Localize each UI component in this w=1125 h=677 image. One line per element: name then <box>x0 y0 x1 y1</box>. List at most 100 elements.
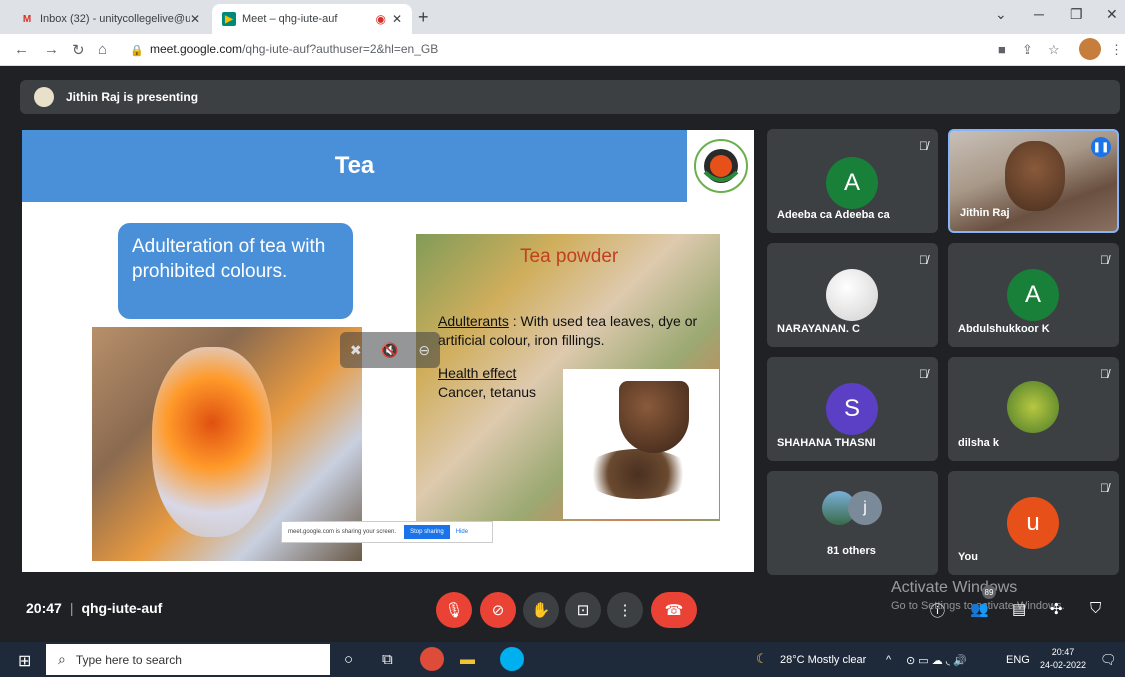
participant-tile[interactable]: 🎙̸ NARAYANAN. C <box>767 243 938 347</box>
hang-up-icon: ☎ <box>664 602 684 619</box>
remove-icon[interactable]: ⊖ <box>418 342 430 359</box>
meet-icon: ▶ <box>222 12 236 26</box>
share-icon[interactable]: ⇪ <box>1022 42 1033 58</box>
file-explorer-icon[interactable]: ▬ <box>460 651 475 668</box>
pin-icon[interactable]: ✖ <box>350 342 362 359</box>
participant-count-badge: 89 <box>982 585 996 599</box>
avatar: A <box>826 157 878 209</box>
tab-list-icon[interactable]: ⌄ <box>995 6 1007 23</box>
weather-moon-icon: ☾ <box>756 651 768 666</box>
close-window-button[interactable]: ✕ <box>1106 6 1118 23</box>
home-icon[interactable]: ⌂ <box>98 41 107 58</box>
language-indicator[interactable]: ENG <box>1006 654 1030 666</box>
muted-mic-icon: 🎙̸ <box>919 253 928 267</box>
url-field[interactable]: meet.google.com/qhg-iute-auf?authuser=2&… <box>150 42 438 56</box>
participant-tile[interactable]: 🎙̸ dilsha k <box>948 357 1119 461</box>
avatar: S <box>826 383 878 435</box>
tab-title: Inbox (32) - unitycollegelive@uni <box>40 13 190 25</box>
tab-title: Meet – qhg-iute-auf <box>242 13 338 25</box>
task-view-icon[interactable]: ⧉ <box>382 651 393 668</box>
participant-name: NARAYANAN. C <box>777 323 860 335</box>
reload-icon[interactable]: ↻ <box>72 41 85 59</box>
muted-mic-icon: 🎙̸ <box>1100 481 1109 495</box>
url-path: /qhg-iute-auf?authuser=2&hl=en_GB <box>242 42 439 56</box>
close-icon[interactable]: ✕ <box>190 12 200 26</box>
lock-icon[interactable]: 🔒 <box>130 44 144 57</box>
raise-hand-button[interactable]: ✋ <box>523 592 559 628</box>
restore-button[interactable]: ❐ <box>1070 6 1083 23</box>
others-tile[interactable]: j 81 others <box>767 471 938 575</box>
back-arrow-icon[interactable]: ← <box>14 41 29 58</box>
avatar: u <box>1007 497 1059 549</box>
tab-gmail-inbox[interactable]: M Inbox (32) - unitycollegelive@uni ✕ <box>10 4 210 34</box>
presentation-hover-controls: ✖ 🔇 ⊖ <box>340 332 440 368</box>
address-bar: ← → ↻ ⌂ 🔒 meet.google.com/qhg-iute-auf?a… <box>0 34 1125 66</box>
participant-name: You <box>958 551 978 563</box>
participant-tile-active-speaker[interactable]: ❚❚ Jithin Raj <box>948 129 1119 233</box>
chrome-icon[interactable] <box>420 647 444 671</box>
forward-arrow-icon[interactable]: → <box>44 41 59 58</box>
adulteration-callout: Adulteration of tea with prohibited colo… <box>118 223 353 319</box>
slide-title: Tea <box>22 130 687 202</box>
tray-app-icons[interactable]: ⊙ ▭ ☁ ◟ 🔊 <box>906 654 967 667</box>
close-icon[interactable]: ✕ <box>392 12 402 26</box>
screen-share-notice: meet.google.com is sharing your screen. … <box>281 521 493 543</box>
tray-chevron-icon[interactable]: ^ <box>886 654 891 666</box>
tab-google-meet[interactable]: ▶ Meet – qhg-iute-auf ◉ ✕ <box>212 4 412 34</box>
menu-kebab-icon[interactable]: ⋮ <box>1110 42 1123 58</box>
presenter-avatar <box>34 87 54 107</box>
taskbar-clock[interactable]: 20:47 24-02-2022 <box>1040 646 1086 671</box>
participant-name: dilsha k <box>958 437 999 449</box>
muted-mic-icon: 🎙̸ <box>919 139 928 153</box>
leave-call-button[interactable]: ☎ <box>651 592 697 628</box>
hand-icon: ✋ <box>531 602 551 619</box>
microphone-toggle-button[interactable]: 🎙 <box>436 592 472 628</box>
taskbar-time: 20:47 <box>1051 647 1075 657</box>
avatar: j <box>848 491 882 525</box>
activities-icon[interactable]: ✣ <box>1050 600 1063 618</box>
taskbar-search-box[interactable]: ⌕ Type here to search <box>46 644 330 675</box>
recording-icon: ◉ <box>375 12 386 26</box>
share-notice-text: meet.google.com is sharing your screen. <box>288 529 397 535</box>
minimize-button[interactable]: ─ <box>1034 6 1044 22</box>
taskbar-date: 24-02-2022 <box>1040 659 1087 670</box>
search-placeholder: Type here to search <box>75 652 182 667</box>
notifications-icon[interactable]: 🗨 <box>1100 652 1117 668</box>
participant-name: Jithin Raj <box>960 207 1010 219</box>
host-controls-icon[interactable]: ⛉ <box>1090 600 1101 617</box>
tea-cup-photo <box>563 369 719 519</box>
weather-text[interactable]: 28°C Mostly clear <box>780 654 866 666</box>
participant-tile-self[interactable]: 🎙̸ u You <box>948 471 1119 575</box>
mute-speaker-icon[interactable]: 🔇 <box>381 342 398 359</box>
meeting-code: qhg-iute-auf <box>81 600 163 616</box>
present-now-button[interactable]: ⊡ <box>565 592 601 628</box>
stop-sharing-button[interactable]: Stop sharing <box>404 525 450 539</box>
activate-windows-watermark: Activate Windows <box>891 579 1018 596</box>
participant-tile[interactable]: 🎙̸ A Adeeba ca Adeeba ca <box>767 129 938 233</box>
chat-icon[interactable]: ▤ <box>1012 600 1026 618</box>
mic-off-icon: 🎙 <box>444 602 464 619</box>
avatar <box>826 269 878 321</box>
participant-tile[interactable]: 🎙̸ S SHAHANA THASNI <box>767 357 938 461</box>
participant-video <box>1005 141 1065 211</box>
search-icon: ⌕ <box>58 651 66 667</box>
avatar: A <box>1007 269 1059 321</box>
windows-start-icon[interactable]: ⊞ <box>18 651 31 671</box>
profile-avatar[interactable] <box>1079 38 1101 60</box>
camera-icon[interactable]: ■ <box>998 42 1006 57</box>
muted-mic-icon: 🎙̸ <box>919 367 928 381</box>
avatar <box>1007 381 1059 433</box>
cortana-icon[interactable]: ○ <box>344 651 353 668</box>
more-options-button[interactable]: ⋮ <box>607 592 643 628</box>
meeting-details-icon[interactable]: ⓘ <box>930 600 945 621</box>
others-count: 81 others <box>827 545 876 557</box>
camera-toggle-button[interactable]: ⊘ <box>480 592 516 628</box>
meeting-time: 20:47 <box>26 600 62 616</box>
speaking-indicator-icon: ❚❚ <box>1091 137 1111 157</box>
people-icon[interactable]: 👥 <box>970 600 989 618</box>
hide-button[interactable]: Hide <box>456 529 468 535</box>
new-tab-button[interactable]: + <box>418 7 429 28</box>
skype-icon[interactable] <box>500 647 524 671</box>
participant-tile[interactable]: 🎙̸ A Abdulshukkoor K <box>948 243 1119 347</box>
bookmark-star-icon[interactable]: ☆ <box>1048 42 1060 58</box>
